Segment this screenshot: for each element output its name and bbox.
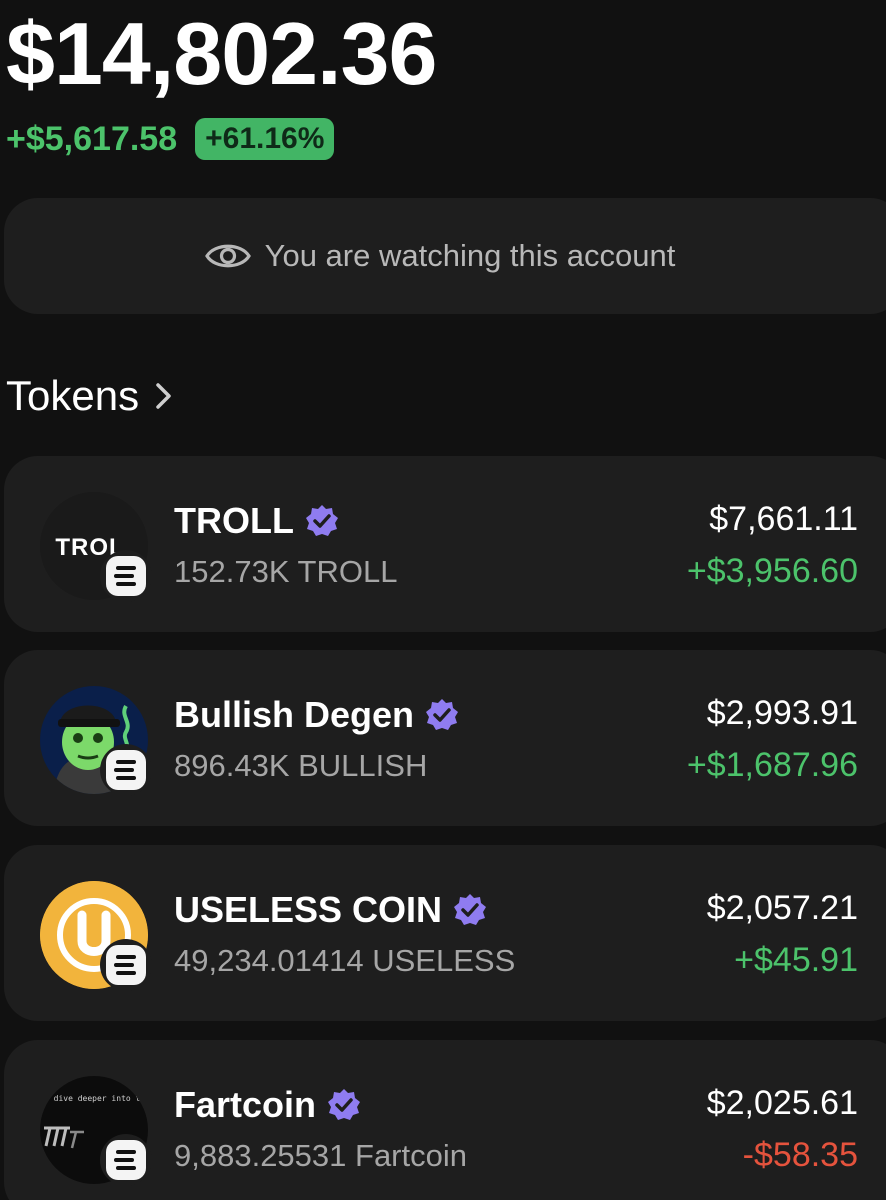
portfolio-change-percent-badge: +61.16%	[195, 118, 335, 160]
tokens-section-title: Tokens	[6, 372, 140, 419]
chevron-right-icon	[153, 381, 175, 411]
verified-badge-icon	[424, 697, 460, 733]
token-pnl: +$3,956.60	[686, 552, 858, 590]
wallet-screen: $14,802.36 +$5,617.58 +61.16% You are wa…	[0, 0, 886, 1200]
token-name: Bullish Degen	[174, 694, 415, 735]
token-pnl: +$45.91	[734, 941, 858, 979]
token-name: USELESS COIN	[174, 889, 443, 930]
token-name: Fartcoin	[174, 1084, 317, 1125]
verified-badge-icon	[304, 503, 340, 539]
token-amount: 49,234.01414 USELESS	[174, 943, 516, 978]
token-value: $2,025.61	[706, 1084, 858, 1122]
token-amount: 896.43K BULLISH	[174, 748, 428, 783]
token-value: $7,661.11	[709, 500, 858, 538]
token-name: TROLL	[174, 500, 294, 541]
portfolio-change-amount: +$5,617.58	[6, 119, 178, 158]
solana-chain-badge-icon	[100, 939, 152, 991]
watching-account-banner[interactable]: You are watching this account	[4, 198, 886, 314]
verified-badge-icon	[452, 892, 488, 928]
token-value: $2,057.21	[706, 889, 858, 927]
token-row-troll[interactable]: TROL TROLL 152.73K TROLL $7,661.11 +$3,9…	[4, 456, 886, 632]
token-pnl: -$58.35	[742, 1136, 858, 1174]
token-row-fartcoin[interactable]: . dive deeper into this Fartcoin 9,883.2…	[4, 1040, 886, 1200]
verified-badge-icon	[326, 1087, 362, 1123]
token-value: $2,993.91	[706, 694, 858, 732]
token-amount: 9,883.25531 Fartcoin	[174, 1138, 467, 1173]
portfolio-change: +$5,617.58 +61.16%	[6, 118, 335, 160]
solana-chain-badge-icon	[100, 550, 152, 602]
solana-chain-badge-icon	[100, 1134, 152, 1186]
token-row-useless-coin[interactable]: USELESS COIN 49,234.01414 USELESS $2,057…	[4, 845, 886, 1021]
token-row-bullish-degen[interactable]: Bullish Degen 896.43K BULLISH $2,993.91 …	[4, 650, 886, 826]
token-amount: 152.73K TROLL	[174, 554, 398, 589]
solana-chain-badge-icon	[100, 744, 152, 796]
watching-account-text: You are watching this account	[264, 238, 676, 273]
token-pnl: +$1,687.96	[686, 746, 858, 784]
eye-icon	[204, 240, 251, 272]
portfolio-balance: $14,802.36	[6, 4, 437, 103]
tokens-section-header[interactable]: Tokens	[6, 372, 175, 420]
